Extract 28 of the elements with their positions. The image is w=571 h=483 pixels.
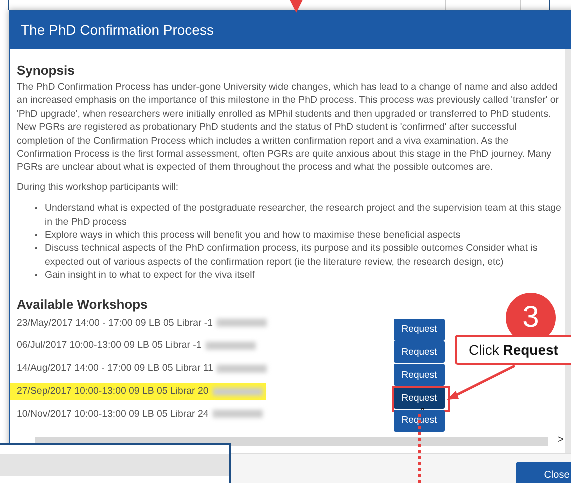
section-heading: Synopsis [17,63,75,78]
synopsis-paragraph: The PhD Confirmation Process has under-gone University wide changes, which has lead to a change of name and also added an increased emphasis on the importance of this milestone in the PhD process. This process was previously called 'transfer' or 'PhD upgrade', when researchers were initially enrolled as MPhil students and then upgraded or transferred to PhD students. New PGRs are registered as probationary PhD students and the status of PhD student is 'confirmed' after successful completion of the Confirmation Process which includes a written confirmation report and a viva examination. As the Confirmation Process is the first formal assessment, often PGRs are quite anxious about this stage in the PhD journey. Many PGRs are unclear about what is expected of them throughout the process and what the possible outcomes are. [17,81,560,175]
bullet-item: Understand what is expected of the postgraduate researcher, the research project and the supervision team at this stage in the PhD process [45,202,562,230]
scroll-right-arrow[interactable]: > [558,434,564,446]
request-button[interactable]: Request [394,318,445,341]
bullet-marker: • [35,270,39,282]
request-button[interactable]: Request [394,387,445,410]
bullet-marker: • [35,203,39,216]
pointer-arrow [290,0,303,13]
callout-arrow [447,364,516,400]
bullet-marker: • [35,243,39,256]
workshop-text: 27/Sep/2017 10:00-13:00 09 LB 05 Librar 20 [10,383,266,400]
workshop-text: 14/Aug/2017 14:00 - 17:00 09 LB 05 Librar 11 [17,360,270,378]
intro-text: During this workshop participants will: [17,180,180,194]
request-button[interactable]: Request [394,410,445,432]
bullet-item: Gain insight in to what to expect for the viva itself [45,269,256,283]
close-button[interactable]: Close [516,462,571,483]
bullet-item: Explore ways in which this process will benefit you and how to maximise these beneficial aspects [45,229,462,242]
bullet-marker: • [35,230,39,242]
callout-text: Click Request [455,335,571,365]
request-button[interactable]: Request [394,364,445,386]
workshop-text: 10/Nov/2017 10:00-13:00 09 LB 05 Librar 24 [17,406,266,423]
workshop-text: 06/Jul/2017 10:00-13:00 09 LB 05 Librar -1 [17,337,259,354]
workshop-text: 23/May/2017 14:00 - 17:00 09 LB 05 Librar -1 [17,314,270,332]
dialog-title: The PhD Confirmation Process [10,11,571,49]
bullet-item: Discuss technical aspects of the PhD confirmation process, its purpose and its possible outcomes Consider what is expected out of various aspects of the confirmation report (ie the literature review, the research design, etc) [45,242,539,270]
request-button[interactable]: Request [394,341,445,364]
section-heading: Available Workshops [17,296,148,312]
